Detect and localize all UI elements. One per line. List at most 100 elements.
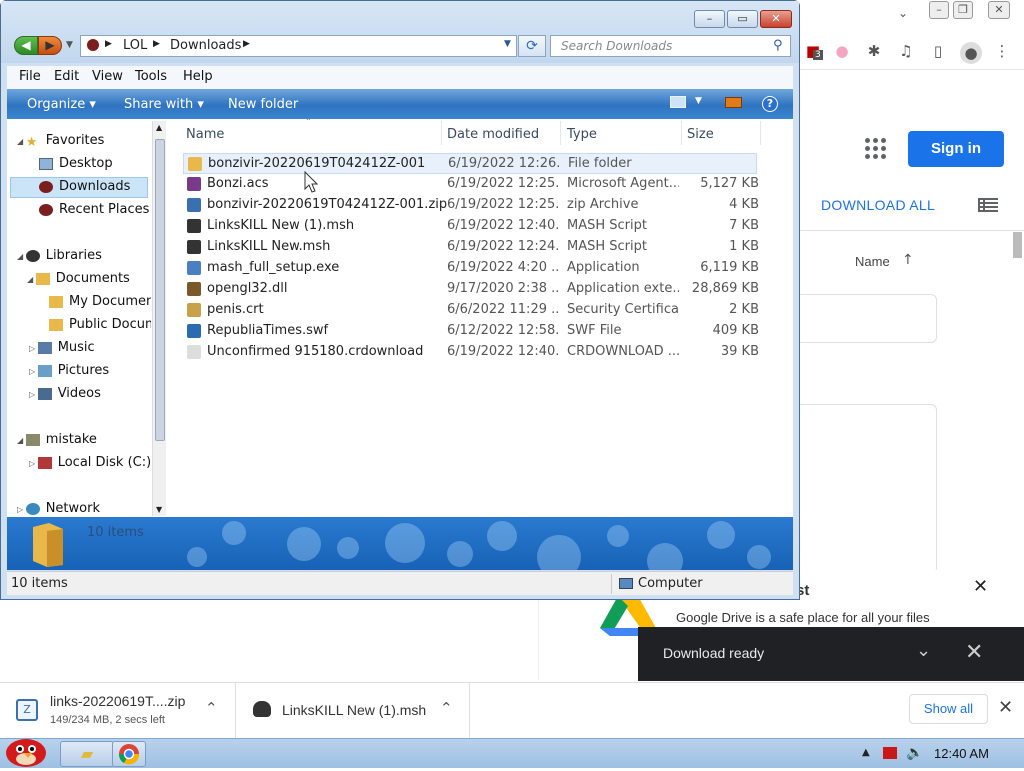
- share-with-button[interactable]: Share with ▾: [124, 97, 204, 112]
- sign-in-button[interactable]: Sign in: [908, 131, 1004, 167]
- search-icon[interactable]: ⚲: [773, 38, 783, 53]
- file-row[interactable]: mash_full_setup.exe 6/19/2022 4:20 ... App…: [183, 258, 759, 279]
- nav-music[interactable]: ▷ Music: [29, 340, 95, 355]
- file-row[interactable]: LinksKILL New (1).msh 6/19/2022 12:40... M…: [183, 216, 759, 237]
- column-header-size[interactable]: Size: [687, 127, 714, 142]
- refresh-button[interactable]: ⟳: [518, 35, 546, 57]
- start-bird-icon[interactable]: [2, 731, 50, 767]
- file-row[interactable]: Bonzi.acs 6/19/2022 12:25... Microsoft Age…: [183, 174, 759, 195]
- mash-icon: [187, 219, 201, 233]
- column-header-date[interactable]: Date modified: [447, 127, 539, 142]
- download-item-chevron-up-icon[interactable]: ⌃: [440, 699, 453, 717]
- column-header-type[interactable]: Type: [567, 127, 597, 142]
- toast-expand-chevron-icon[interactable]: ⌄: [916, 640, 931, 661]
- extension-icon[interactable]: ■3: [803, 42, 823, 62]
- menu-view[interactable]: View: [92, 69, 123, 84]
- column-separator[interactable]: [560, 121, 561, 145]
- menu-tools[interactable]: Tools: [135, 69, 167, 84]
- file-row[interactable]: Unconfirmed 915180.crdownload 6/19/2022 1…: [183, 342, 759, 363]
- nav-network[interactable]: ▷ Network: [17, 501, 100, 516]
- nav-documents[interactable]: ◢ Documents: [27, 271, 130, 286]
- explorer-minimize-button[interactable]: –: [694, 10, 725, 28]
- address-history-dropdown-icon[interactable]: ▼: [504, 39, 511, 49]
- menu-edit[interactable]: Edit: [54, 69, 79, 84]
- drive-scrollbar[interactable]: [1013, 232, 1022, 258]
- address-bar[interactable]: ▶ LOL ▶ Downloads ▶ ▼: [80, 35, 517, 57]
- list-view-icon[interactable]: [978, 197, 998, 213]
- taskbar-explorer-button[interactable]: ▰: [60, 741, 114, 767]
- download-item-chevron-up-icon[interactable]: ⌃: [205, 699, 218, 717]
- file-row[interactable]: bonzivir-20220619T042412Z-001 6/19/2022 1…: [183, 153, 757, 174]
- download-item[interactable]: LinksKILL New (1).msh ⌃: [237, 683, 470, 739]
- nav-recent-places[interactable]: Recent Places: [39, 202, 149, 217]
- scroll-up-arrow-icon[interactable]: ▲: [156, 123, 162, 132]
- profile-avatar-icon[interactable]: ●: [960, 42, 982, 64]
- scroll-down-arrow-icon[interactable]: ▼: [156, 505, 162, 514]
- recent-pages-dropdown-icon[interactable]: ▼: [66, 40, 73, 50]
- certificate-icon: [187, 303, 201, 317]
- chrome-close-button[interactable]: ✕: [988, 1, 1010, 19]
- media-playlist-icon[interactable]: ♫: [896, 42, 916, 62]
- nav-local-disk[interactable]: ▷ Local Disk (C:): [29, 455, 151, 470]
- nav-libraries[interactable]: ◢ Libraries: [17, 248, 102, 263]
- side-panel-icon[interactable]: ▯: [928, 42, 948, 62]
- explorer-maximize-button[interactable]: ▭: [727, 10, 758, 28]
- chrome-tab-dropdown-icon[interactable]: ⌄: [898, 6, 908, 20]
- file-row[interactable]: RepubliaTimes.swf 6/12/2022 12:58... SWF F…: [183, 321, 759, 342]
- flag-icon[interactable]: ●: [832, 42, 852, 62]
- file-row[interactable]: bonzivir-20220619T042412Z-001.zip 6/19/20…: [183, 195, 759, 216]
- puzzle-extensions-icon[interactable]: ✱: [864, 42, 884, 62]
- back-button[interactable]: ◀: [14, 36, 38, 55]
- nav-my-documents[interactable]: My Documents: [49, 294, 151, 309]
- breadcrumb-segment[interactable]: LOL: [123, 38, 147, 53]
- change-view-icon[interactable]: [670, 96, 686, 108]
- menu-help[interactable]: Help: [183, 69, 213, 84]
- drive-name-column-header[interactable]: Name: [855, 254, 890, 269]
- chrome-minimize-button[interactable]: –: [929, 1, 949, 19]
- file-type: Application exte...: [567, 281, 679, 296]
- nav-scrollbar[interactable]: ▲ ▼: [152, 121, 166, 516]
- download-all-button[interactable]: DOWNLOAD ALL: [821, 197, 935, 213]
- organize-button[interactable]: Organize ▾: [27, 97, 96, 112]
- toast-close-icon[interactable]: ✕: [965, 639, 983, 665]
- drive-card-close-icon[interactable]: ✕: [973, 576, 988, 597]
- nav-desktop[interactable]: Desktop: [39, 156, 113, 171]
- file-row[interactable]: opengl32.dll 9/17/2020 2:38 ... Applicatio…: [183, 279, 759, 300]
- nav-mistake[interactable]: ◢ mistake: [17, 432, 97, 447]
- tray-show-hidden-icon[interactable]: ▲: [862, 747, 870, 758]
- show-all-button[interactable]: Show all: [909, 694, 988, 724]
- menu-file[interactable]: File: [19, 69, 41, 84]
- file-row[interactable]: penis.crt 6/6/2022 11:29 ... Security Cert…: [183, 300, 759, 321]
- column-separator[interactable]: [681, 121, 682, 145]
- file-row[interactable]: LinksKILL New.msh 6/19/2022 12:24... MASH …: [183, 237, 759, 258]
- zip-file-icon: Z: [16, 699, 38, 721]
- tray-volume-muted-icon[interactable]: 🔈: [906, 745, 923, 761]
- breadcrumb-segment[interactable]: Downloads: [170, 38, 241, 53]
- column-separator[interactable]: [441, 121, 442, 145]
- new-folder-button[interactable]: New folder: [228, 97, 298, 112]
- preview-pane-icon[interactable]: [725, 97, 742, 108]
- tray-red-icon[interactable]: [883, 747, 897, 759]
- zip-icon: [187, 198, 201, 212]
- nav-favorites[interactable]: ◢ ★ Favorites: [17, 133, 104, 150]
- shelf-close-icon[interactable]: ✕: [998, 697, 1013, 718]
- forward-button[interactable]: ▶: [38, 36, 62, 55]
- google-apps-icon[interactable]: [865, 138, 887, 160]
- sort-ascending-icon[interactable]: ↑: [902, 252, 914, 268]
- chrome-menu-icon[interactable]: ⋮: [992, 42, 1012, 62]
- column-header-name[interactable]: Name: [186, 127, 224, 142]
- nav-public-documents[interactable]: Public Documents: [49, 317, 151, 332]
- file-size: 4 KB: [729, 197, 759, 212]
- nav-downloads[interactable]: Downloads: [39, 179, 130, 194]
- chrome-restore-button[interactable]: ❐: [953, 1, 973, 19]
- nav-pictures[interactable]: ▷ Pictures: [29, 363, 109, 378]
- view-options-dropdown-icon[interactable]: ▼: [695, 96, 702, 106]
- column-separator[interactable]: [760, 121, 761, 145]
- taskbar-clock[interactable]: 12:40 AM: [934, 746, 989, 761]
- search-downloads-input[interactable]: Search Downloads ⚲: [550, 35, 791, 57]
- nav-scroll-thumb[interactable]: [155, 139, 165, 441]
- nav-videos[interactable]: ▷ Videos: [29, 386, 101, 401]
- taskbar-chrome-button[interactable]: [112, 741, 146, 767]
- explorer-close-button[interactable]: ✕: [760, 10, 792, 28]
- help-icon[interactable]: ?: [762, 96, 778, 112]
